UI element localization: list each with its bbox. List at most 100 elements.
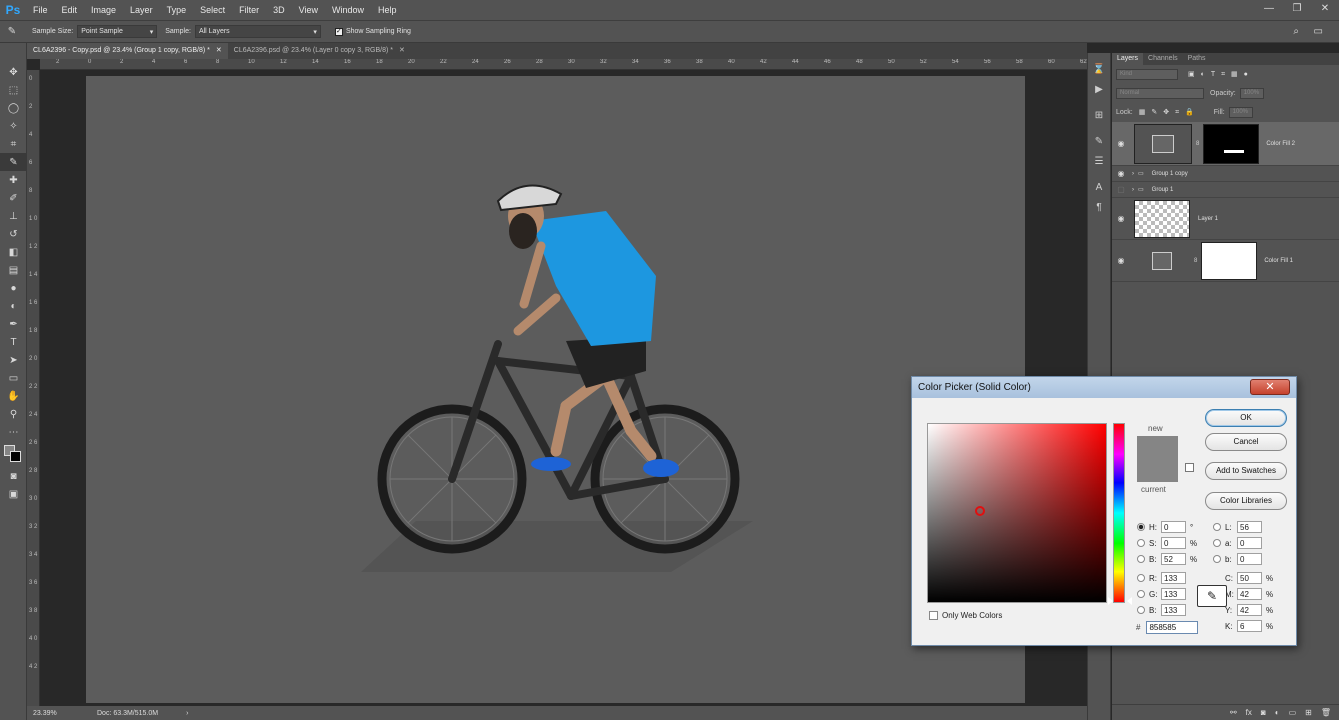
- eyedropper-tool-icon[interactable]: ✎: [0, 153, 27, 171]
- current-color-swatch[interactable]: [1137, 459, 1178, 482]
- hue-arrow-right[interactable]: [1127, 597, 1132, 605]
- crop-tool-icon[interactable]: ⌗: [0, 135, 27, 153]
- only-web-colors-checkbox[interactable]: [929, 611, 938, 620]
- l-input[interactable]: 56: [1237, 521, 1262, 533]
- brush-tool-icon[interactable]: ✐: [0, 189, 27, 207]
- opacity-input[interactable]: 100%: [1239, 88, 1264, 99]
- blend-mode-select[interactable]: Normal: [1116, 88, 1204, 99]
- tab-layers[interactable]: Layers: [1112, 53, 1144, 65]
- lab-b-input[interactable]: 0: [1237, 553, 1262, 565]
- character-icon[interactable]: A: [1088, 177, 1110, 197]
- adjustment-layer-icon[interactable]: ◐: [1275, 708, 1280, 717]
- color-libraries-button[interactable]: Color Libraries: [1205, 492, 1287, 510]
- paragraph-icon[interactable]: ¶: [1088, 197, 1110, 217]
- color-marker[interactable]: [975, 506, 985, 516]
- b-radio[interactable]: [1137, 555, 1145, 563]
- actions-icon[interactable]: ▶: [1088, 79, 1110, 99]
- history-brush-icon[interactable]: ↺: [0, 225, 27, 243]
- s-input[interactable]: 0: [1161, 537, 1186, 549]
- eye-icon[interactable]: ◉: [1112, 214, 1130, 223]
- close-icon[interactable]: ✕: [1319, 3, 1331, 15]
- eye-icon[interactable]: ◉: [1112, 256, 1130, 265]
- menu-image[interactable]: Image: [84, 5, 123, 15]
- blur-tool-icon[interactable]: ●: [0, 279, 27, 297]
- layer-row-color-fill-2[interactable]: ◉ 8 Color Fill 2: [1112, 122, 1339, 166]
- chevron-right-icon[interactable]: ›: [186, 710, 188, 717]
- menu-window[interactable]: Window: [325, 5, 371, 15]
- properties-icon[interactable]: ⊞: [1088, 105, 1110, 125]
- l-radio[interactable]: [1213, 523, 1221, 531]
- move-tool-icon[interactable]: ✥: [0, 63, 27, 81]
- doc-tab-2[interactable]: CL6A2396.psd @ 23.4% (Layer 0 copy 3, RG…: [227, 43, 411, 59]
- close-button[interactable]: ✕: [1250, 379, 1290, 395]
- new-layer-icon[interactable]: ⊞: [1305, 708, 1312, 717]
- healing-brush-icon[interactable]: ✚: [0, 171, 27, 189]
- eye-icon[interactable]: ▢: [1112, 185, 1130, 194]
- menu-view[interactable]: View: [292, 5, 325, 15]
- lock-icons[interactable]: ▦✎✥⌗🔒: [1139, 108, 1200, 117]
- hex-input[interactable]: 858585: [1146, 621, 1199, 634]
- r-input[interactable]: 133: [1161, 572, 1186, 584]
- doc-tab-1[interactable]: CL6A2396 - Copy.psd @ 23.4% (Group 1 cop…: [27, 43, 228, 59]
- history-icon[interactable]: ⌛: [1088, 59, 1110, 79]
- adjustments-icon[interactable]: ☰: [1088, 151, 1110, 171]
- r-radio[interactable]: [1137, 574, 1145, 582]
- eyedropper-tool-preset-icon[interactable]: ✎: [0, 23, 24, 41]
- quick-select-tool-icon[interactable]: ✧: [0, 117, 27, 135]
- background-color[interactable]: [10, 451, 21, 462]
- a-input[interactable]: 0: [1237, 537, 1262, 549]
- sample-select[interactable]: All Layers ▾: [194, 25, 321, 38]
- k-input[interactable]: 6: [1237, 620, 1262, 632]
- lasso-tool-icon[interactable]: ◯: [0, 99, 27, 117]
- quick-mask-icon[interactable]: ◙: [0, 467, 27, 485]
- filter-icons[interactable]: ▣◐T⌗▦●: [1188, 70, 1254, 79]
- hue-arrow-left[interactable]: [1108, 597, 1113, 605]
- chevron-right-icon[interactable]: ›: [1132, 171, 1134, 177]
- menu-select[interactable]: Select: [193, 5, 232, 15]
- saturation-brightness-field[interactable]: [927, 423, 1107, 603]
- y-input[interactable]: 42: [1237, 604, 1262, 616]
- close-icon[interactable]: ✕: [399, 43, 405, 59]
- path-select-icon[interactable]: ➤: [0, 351, 27, 369]
- blue-input[interactable]: 133: [1161, 604, 1186, 616]
- m-input[interactable]: 42: [1237, 588, 1262, 600]
- ok-button[interactable]: OK: [1205, 409, 1287, 427]
- shape-tool-icon[interactable]: ▭: [0, 369, 27, 387]
- document-canvas[interactable]: [86, 76, 1025, 703]
- a-radio[interactable]: [1213, 539, 1221, 547]
- b-input[interactable]: 52: [1161, 553, 1186, 565]
- sample-size-select[interactable]: Point Sample ▾: [77, 25, 158, 38]
- layer-filter-select[interactable]: Kind: [1116, 69, 1178, 80]
- layer-row-color-fill-1[interactable]: ◉ 8 Color Fill 1: [1112, 240, 1339, 282]
- screen-mode-icon[interactable]: ▣: [0, 485, 27, 503]
- hue-slider[interactable]: [1113, 423, 1125, 603]
- h-input[interactable]: 0: [1161, 521, 1186, 533]
- marquee-tool-icon[interactable]: ⬚: [0, 81, 27, 99]
- cancel-button[interactable]: Cancel: [1205, 433, 1287, 451]
- gradient-tool-icon[interactable]: ▤: [0, 261, 27, 279]
- menu-edit[interactable]: Edit: [55, 5, 85, 15]
- search-icon[interactable]: ⌕: [1293, 26, 1299, 37]
- layer-row-layer-1[interactable]: ◉ Layer 1: [1112, 198, 1339, 240]
- menu-3d[interactable]: 3D: [266, 5, 292, 15]
- type-tool-icon[interactable]: T: [0, 333, 27, 351]
- c-input[interactable]: 50: [1237, 572, 1262, 584]
- menu-filter[interactable]: Filter: [232, 5, 266, 15]
- fx-icon[interactable]: fx: [1246, 708, 1252, 717]
- link-layers-icon[interactable]: ⚯: [1230, 708, 1237, 717]
- layer-row-group-1-copy[interactable]: ◉ › ▭ Group 1 copy: [1112, 166, 1339, 182]
- show-sampling-ring-checkbox[interactable]: ✓: [334, 27, 343, 36]
- menu-file[interactable]: File: [26, 5, 55, 15]
- dodge-tool-icon[interactable]: ◐: [0, 297, 27, 315]
- layer-row-group-1[interactable]: ▢ › ▭ Group 1: [1112, 182, 1339, 198]
- web-safe-cube-icon[interactable]: [1185, 463, 1194, 472]
- tab-channels[interactable]: Channels: [1143, 53, 1183, 65]
- menu-type[interactable]: Type: [160, 5, 194, 15]
- dialog-title-bar[interactable]: Color Picker (Solid Color): [912, 377, 1296, 398]
- zoom-level[interactable]: 23.39%: [33, 710, 83, 717]
- brush-settings-icon[interactable]: ✎: [1088, 131, 1110, 151]
- g-input[interactable]: 133: [1161, 588, 1186, 600]
- menu-layer[interactable]: Layer: [123, 5, 160, 15]
- chevron-right-icon[interactable]: ›: [1132, 187, 1134, 193]
- add-mask-icon[interactable]: ◙: [1261, 708, 1266, 717]
